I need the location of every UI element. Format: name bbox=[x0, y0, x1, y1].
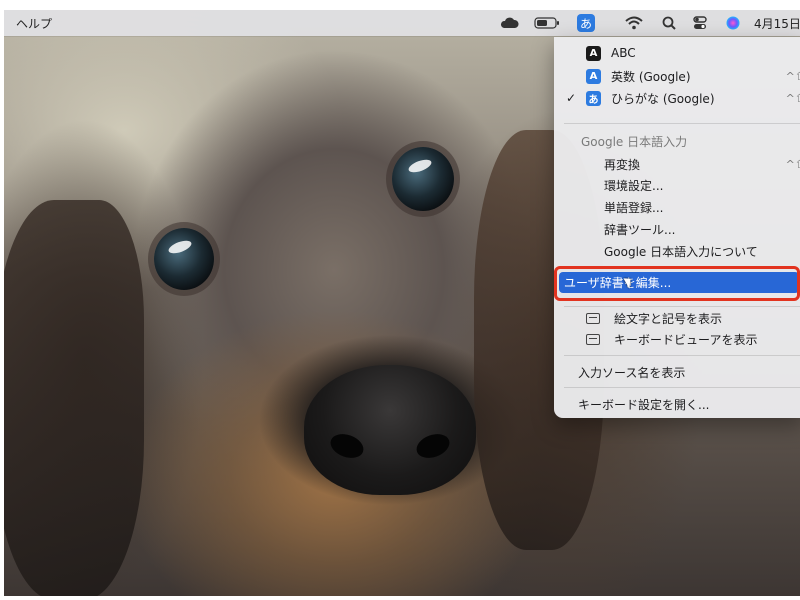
dog-eye-left bbox=[154, 228, 214, 290]
wifi-icon[interactable] bbox=[622, 13, 646, 33]
dog-nose bbox=[304, 365, 476, 495]
desktop-photo: ヘルプ あ 4月15日 A ABC A 英数 (Google) ^⇧ ✓ あ ひ… bbox=[4, 10, 800, 596]
menu-item-dictionary-tool[interactable]: 辞書ツール... bbox=[554, 219, 800, 239]
dog-eye-right bbox=[392, 147, 454, 211]
menu-separator bbox=[564, 306, 800, 307]
menu-separator bbox=[564, 387, 800, 388]
checkmark-icon: ✓ bbox=[566, 91, 577, 105]
menu-item-word-register[interactable]: 単語登録... bbox=[554, 197, 800, 217]
menu-item-reconvert[interactable]: 再変換 ^⇧ bbox=[554, 154, 800, 174]
cloud-icon[interactable] bbox=[497, 13, 521, 33]
dog-ear-left bbox=[4, 200, 144, 596]
search-icon[interactable] bbox=[657, 13, 681, 33]
hiragana-source-icon: あ bbox=[586, 90, 601, 106]
menu-item-abc[interactable]: A ABC bbox=[554, 43, 800, 63]
menu-item-emoji-symbols[interactable]: 絵文字と記号を表示 bbox=[554, 308, 800, 328]
menu-item-eisu-google[interactable]: A 英数 (Google) ^⇧ bbox=[554, 66, 800, 86]
menu-bar: ヘルプ あ 4月15日 bbox=[4, 10, 800, 36]
shortcut-hint: ^⇧ bbox=[785, 69, 800, 83]
date-display[interactable]: 4月15日 bbox=[754, 13, 800, 33]
menu-item-keyboard-viewer[interactable]: キーボードビューアを表示 bbox=[554, 329, 800, 349]
menu-separator bbox=[564, 355, 800, 356]
menu-item-hiragana-google[interactable]: ✓ あ ひらがな (Google) ^⇧ bbox=[554, 88, 800, 108]
shortcut-hint: ^⇧ bbox=[785, 157, 800, 171]
battery-icon[interactable] bbox=[532, 13, 562, 33]
menu-help[interactable]: ヘルプ bbox=[16, 15, 52, 32]
menu-item-about-google-ime[interactable]: Google 日本語入力について bbox=[554, 241, 800, 261]
menu-item-open-keyboard-settings[interactable]: キーボード設定を開く... bbox=[554, 394, 800, 414]
eisu-source-icon: A bbox=[586, 68, 601, 84]
keyboard-viewer-icon bbox=[586, 333, 600, 345]
menu-separator bbox=[564, 123, 800, 124]
control-center-icon[interactable] bbox=[688, 13, 712, 33]
input-source-menu: A ABC A 英数 (Google) ^⇧ ✓ あ ひらがな (Google)… bbox=[554, 37, 800, 418]
shortcut-hint: ^⇧ bbox=[785, 91, 800, 105]
annotation-highlight-box bbox=[554, 266, 800, 301]
menu-item-preferences[interactable]: 環境設定... bbox=[554, 175, 800, 195]
menu-item-show-input-source-name[interactable]: 入力ソース名を表示 bbox=[554, 362, 800, 382]
input-source-icon[interactable]: あ bbox=[574, 13, 598, 33]
emoji-viewer-icon bbox=[586, 312, 600, 324]
section-google-ime: Google 日本語入力 bbox=[581, 134, 688, 149]
siri-icon[interactable] bbox=[721, 13, 745, 33]
abc-source-icon: A bbox=[586, 45, 601, 61]
